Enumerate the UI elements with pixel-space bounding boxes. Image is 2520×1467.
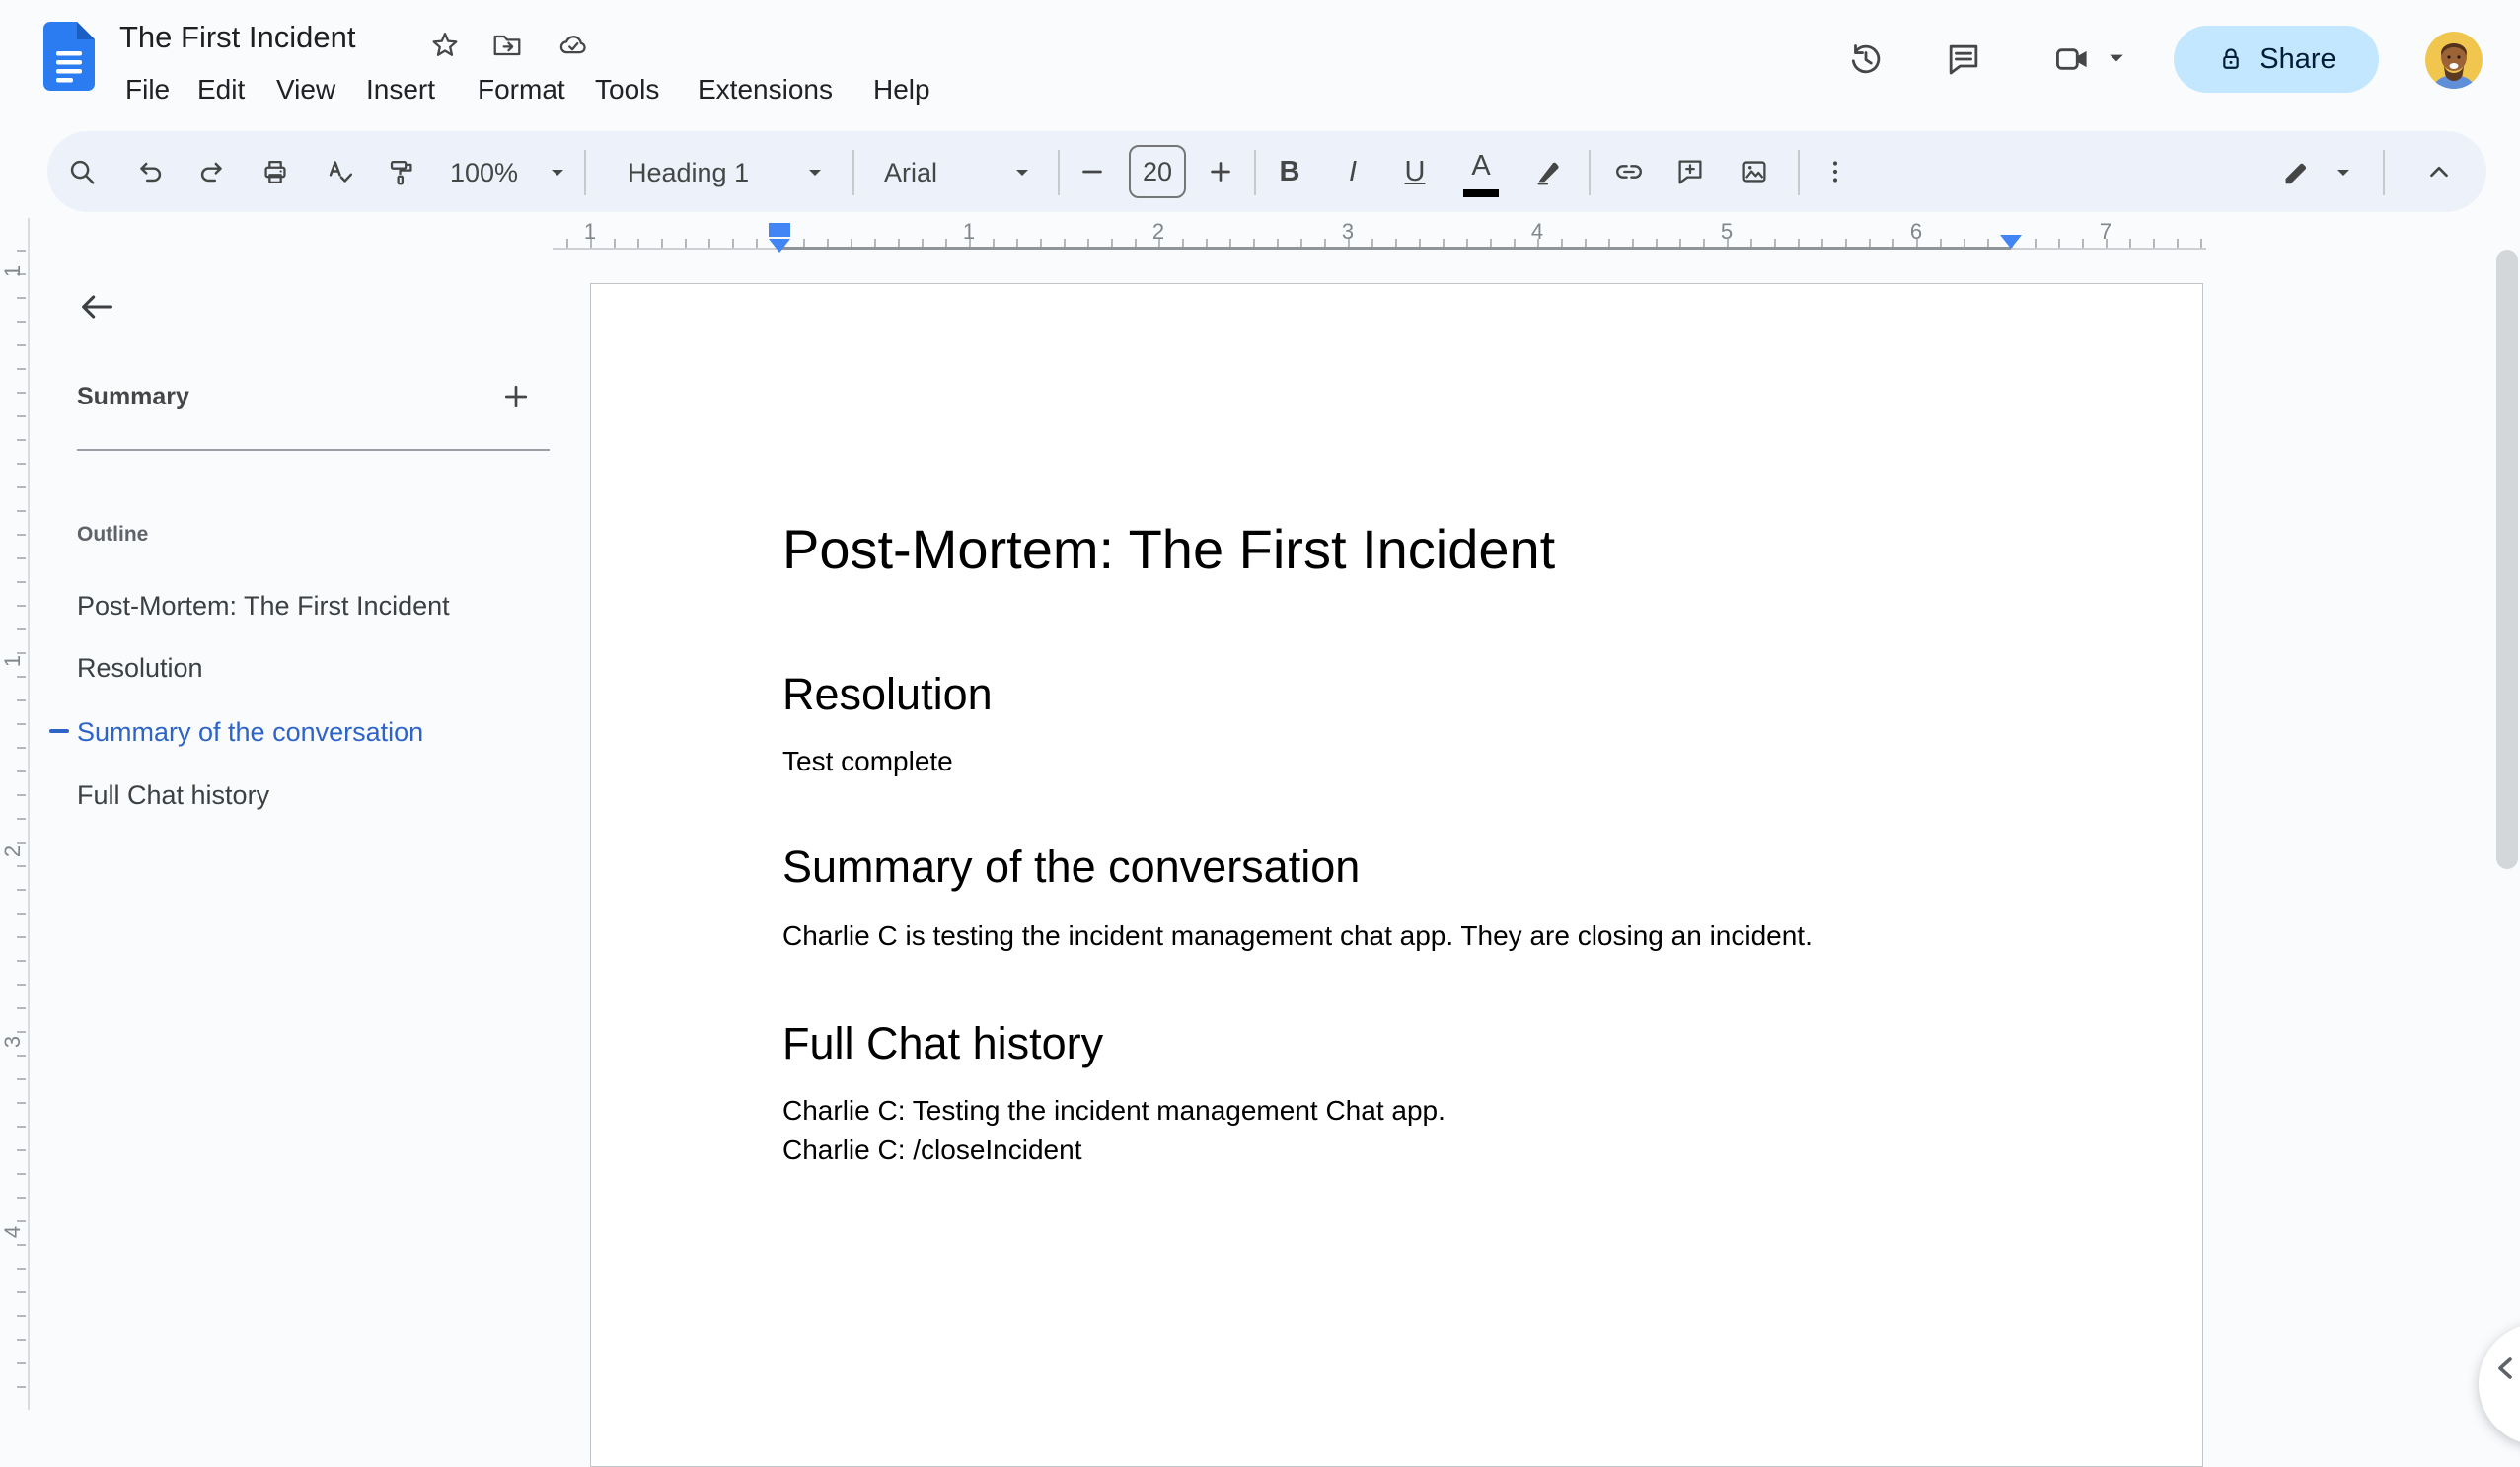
ruler-number: 2 <box>1151 219 1165 244</box>
doc-paragraph[interactable]: Charlie C is testing the incident manage… <box>782 920 1813 952</box>
bold-button[interactable]: B <box>1272 156 1307 188</box>
document-title-input[interactable]: The First Incident <box>119 20 355 55</box>
header: The First Incident File Edit View Insert… <box>0 0 2520 128</box>
text-color-button[interactable]: A <box>1463 150 1499 183</box>
decrease-font-size-button[interactable] <box>1075 154 1110 189</box>
font-size-input[interactable]: 20 <box>1129 145 1186 198</box>
account-avatar[interactable] <box>2425 32 2483 89</box>
first-line-indent-marker[interactable] <box>769 223 790 237</box>
hide-menus-chevron-up-icon[interactable] <box>2421 154 2457 189</box>
toolbar-divider <box>1589 150 1591 195</box>
font-family-select[interactable]: Arial <box>884 155 937 190</box>
menu-help[interactable]: Help <box>873 69 930 110</box>
doc-heading-resolution[interactable]: Resolution <box>782 669 993 720</box>
ruler-number: 3 <box>0 1035 25 1049</box>
doc-heading-summary[interactable]: Summary of the conversation <box>782 842 1360 893</box>
show-side-panel-button[interactable] <box>2479 1323 2520 1445</box>
ruler-number: 7 <box>2099 219 2112 244</box>
insert-image-icon[interactable] <box>1737 154 1772 189</box>
editing-mode-pencil-icon[interactable] <box>2277 154 2313 189</box>
star-icon[interactable] <box>427 28 463 63</box>
doc-paragraph[interactable]: Charlie C: Testing the incident manageme… <box>782 1095 1445 1127</box>
ruler-number: 5 <box>1720 219 1734 244</box>
underline-button[interactable]: U <box>1397 156 1433 188</box>
doc-heading-full-chat-history[interactable]: Full Chat history <box>782 1018 1103 1069</box>
print-icon[interactable] <box>258 154 293 189</box>
ruler-number: 2 <box>0 844 25 858</box>
ruler-number: 1 <box>962 219 976 244</box>
zoom-select[interactable]: 100% <box>450 155 518 190</box>
toolbar-divider <box>584 150 586 195</box>
search-icon[interactable] <box>64 154 100 189</box>
italic-button[interactable]: I <box>1335 156 1371 188</box>
more-options-kebab-icon[interactable] <box>1817 154 1853 189</box>
menu-view[interactable]: View <box>276 69 335 110</box>
share-button[interactable]: Share <box>2174 26 2379 93</box>
toolbar-divider <box>852 150 854 195</box>
active-outline-item-dash <box>49 729 69 733</box>
ruler-number: 1 <box>583 219 597 244</box>
ruler-number: 1 <box>0 654 25 668</box>
outline-section-label: Outline <box>77 523 149 546</box>
document-page[interactable]: Post-Mortem: The First Incident Resoluti… <box>590 283 2203 1467</box>
menu-extensions[interactable]: Extensions <box>698 69 833 110</box>
add-summary-plus-icon[interactable] <box>498 379 534 414</box>
outline-item-full-chat-history[interactable]: Full Chat history <box>77 780 269 811</box>
version-history-icon[interactable] <box>1844 37 1888 81</box>
toolbar-divider <box>1058 150 1060 195</box>
increase-font-size-button[interactable] <box>1203 154 1238 189</box>
menu-insert[interactable]: Insert <box>366 69 435 110</box>
move-to-folder-icon[interactable] <box>489 28 525 63</box>
outline-item-resolution[interactable]: Resolution <box>77 653 203 684</box>
highlight-color-icon[interactable] <box>1530 154 1566 189</box>
ruler-number: 4 <box>1530 219 1544 244</box>
redo-icon[interactable] <box>194 154 230 189</box>
toolbar-divider <box>1254 150 1256 195</box>
cloud-saved-icon[interactable] <box>556 28 591 63</box>
vertical-scrollbar-thumb[interactable] <box>2496 250 2518 869</box>
editing-mode-caret-icon[interactable] <box>2335 167 2351 179</box>
toolbar-divider <box>2383 150 2385 195</box>
chevron-left-icon <box>2484 1347 2520 1390</box>
ruler-number: 3 <box>1341 219 1355 244</box>
lock-icon <box>2216 44 2246 74</box>
docs-logo-icon[interactable] <box>43 22 95 91</box>
ruler-margin-line <box>779 247 2011 250</box>
google-docs-app: The First Incident File Edit View Insert… <box>0 0 2520 1467</box>
font-family-caret-icon[interactable] <box>1014 167 1030 179</box>
menu-edit[interactable]: Edit <box>197 69 245 110</box>
left-indent-marker[interactable] <box>769 239 790 253</box>
ruler-edge-line <box>28 218 30 1410</box>
close-outline-back-arrow-icon[interactable] <box>75 285 118 329</box>
outline-item-post-mortem[interactable]: Post-Mortem: The First Incident <box>77 591 450 622</box>
ruler-number: 1 <box>0 264 25 278</box>
doc-paragraph[interactable]: Test complete <box>782 746 953 777</box>
share-button-label: Share <box>2260 42 2336 75</box>
doc-paragraph[interactable]: Charlie C: /closeIncident <box>782 1135 1081 1166</box>
zoom-caret-icon[interactable] <box>550 167 565 179</box>
add-comment-icon[interactable] <box>1672 154 1708 189</box>
paint-format-icon[interactable] <box>383 154 418 189</box>
summary-divider <box>77 449 550 451</box>
meet-video-icon[interactable] <box>2050 37 2094 81</box>
toolbar-divider <box>1798 150 1800 195</box>
menu-file[interactable]: File <box>125 69 170 110</box>
insert-link-icon[interactable] <box>1611 154 1647 189</box>
meet-dropdown-caret-icon[interactable] <box>2108 51 2125 65</box>
outline-item-summary-of-conversation[interactable]: Summary of the conversation <box>77 717 423 748</box>
right-indent-marker[interactable] <box>2000 235 2022 249</box>
paragraph-style-select[interactable]: Heading 1 <box>628 155 749 190</box>
text-color-swatch <box>1463 189 1499 197</box>
ruler-number: 4 <box>0 1225 25 1239</box>
menu-format[interactable]: Format <box>478 69 565 110</box>
summary-section-label: Summary <box>77 383 189 410</box>
undo-icon[interactable] <box>132 154 168 189</box>
spellcheck-icon[interactable] <box>322 154 357 189</box>
menu-tools[interactable]: Tools <box>595 69 659 110</box>
paragraph-style-caret-icon[interactable] <box>807 167 823 179</box>
comments-icon[interactable] <box>1942 37 1985 81</box>
doc-heading-title[interactable]: Post-Mortem: The First Incident <box>782 517 1555 581</box>
ruler-number: 6 <box>1909 219 1923 244</box>
